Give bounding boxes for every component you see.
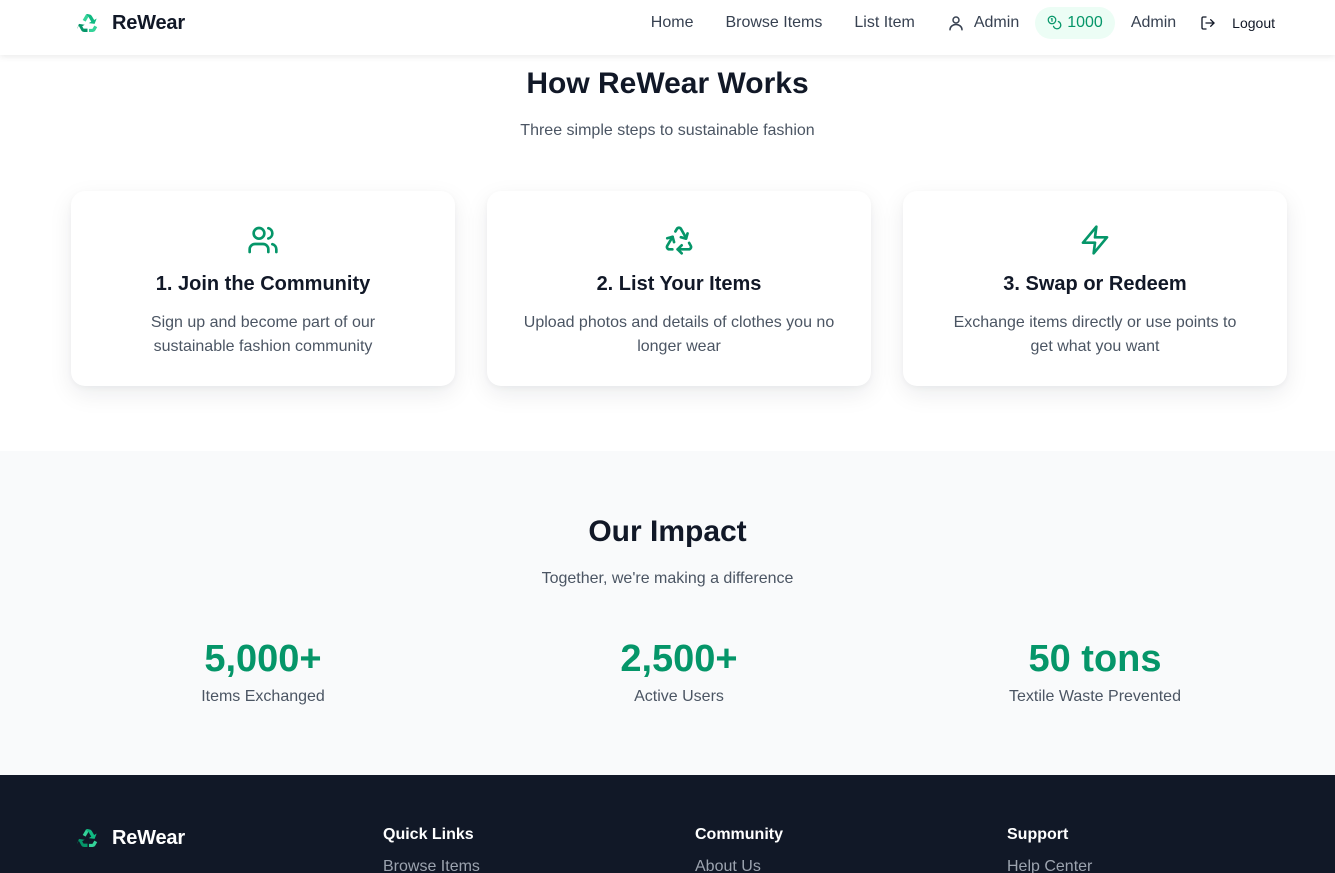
step-card-join: 1. Join the Community Sign up and become… [71,191,455,386]
step-description: Sign up and become part of our sustainab… [150,314,376,355]
user-icon [949,15,963,30]
footer-col-quick-links: Quick Links Browse Items [383,826,480,873]
users-icon [248,226,278,254]
impact-section: Our Impact Together, we're making a diff… [0,451,1335,775]
points-value: 1000 [1067,13,1103,31]
how-subtitle: Three simple steps to sustainable fashio… [520,122,815,139]
footer: ReWear Quick Links Browse Items Communit… [0,775,1335,873]
stat-label: Items Exchanged [201,688,325,705]
footer-link[interactable]: Browse Items [383,858,480,873]
nav-browse-items[interactable]: Browse Items [725,14,822,32]
step-card-list: 2. List Your Items Upload photos and det… [487,191,871,386]
how-it-works-section: How ReWear Works Three simple steps to s… [0,55,1335,451]
stat-value: 50 tons [1028,638,1162,680]
nav-home[interactable]: Home [651,14,694,32]
footer-brand: ReWear [75,826,185,851]
stat-value: 2,500+ [620,638,738,680]
footer-col-community: Community About Us [695,826,783,873]
stat-items-exchanged: 5,000+ Items Exchanged [71,634,455,706]
logout-label: Logout [1232,14,1275,31]
footer-brand-name: ReWear [112,827,185,849]
brand-logo-link[interactable]: ReWear [75,11,185,36]
stat-label: Textile Waste Prevented [1009,688,1181,705]
coins-icon [1047,15,1062,30]
impact-title: Our Impact [588,515,747,548]
footer-col-support: Support Help Center [1007,826,1092,873]
points-badge: 1000 [1035,6,1115,39]
step-title: 2. List Your Items [596,273,762,295]
stat-value: 5,000+ [204,638,322,680]
nav-admin-link[interactable]: Admin [1131,14,1176,32]
nav-user-profile[interactable]: Admin [947,14,1019,32]
footer-link[interactable]: Help Center [1007,858,1092,873]
step-description: Exchange items directly or use points to… [953,314,1237,355]
navbar: ReWear Home Browse Items List Item Admin… [0,0,1335,55]
stat-label: Active Users [634,688,724,705]
step-title: 3. Swap or Redeem [1003,273,1187,295]
nav-links: Home Browse Items List Item Admin 1000 A… [651,0,1275,45]
lightning-icon [1081,225,1109,255]
footer-col-heading: Community [695,826,783,843]
footer-col-heading: Quick Links [383,826,474,843]
stat-active-users: 2,500+ Active Users [487,634,871,706]
step-card-swap: 3. Swap or Redeem Exchange items directl… [903,191,1287,386]
how-title: How ReWear Works [526,67,809,100]
brand-name: ReWear [112,12,185,34]
logout-icon [1201,15,1215,30]
logout-button[interactable]: Logout [1200,15,1275,31]
nav-user-label: Admin [973,13,1020,31]
recycle-icon [76,13,98,33]
recycle-icon [665,226,693,255]
stat-waste-prevented: 50 tons Textile Waste Prevented [903,634,1287,706]
footer-link[interactable]: About Us [695,858,783,873]
step-description: Upload photos and details of clothes you… [523,314,835,355]
nav-list-item[interactable]: List Item [854,14,914,32]
impact-subtitle: Together, we're making a difference [541,570,794,587]
recycle-icon [76,828,98,848]
footer-col-heading: Support [1007,826,1069,843]
step-title: 1. Join the Community [155,273,371,295]
